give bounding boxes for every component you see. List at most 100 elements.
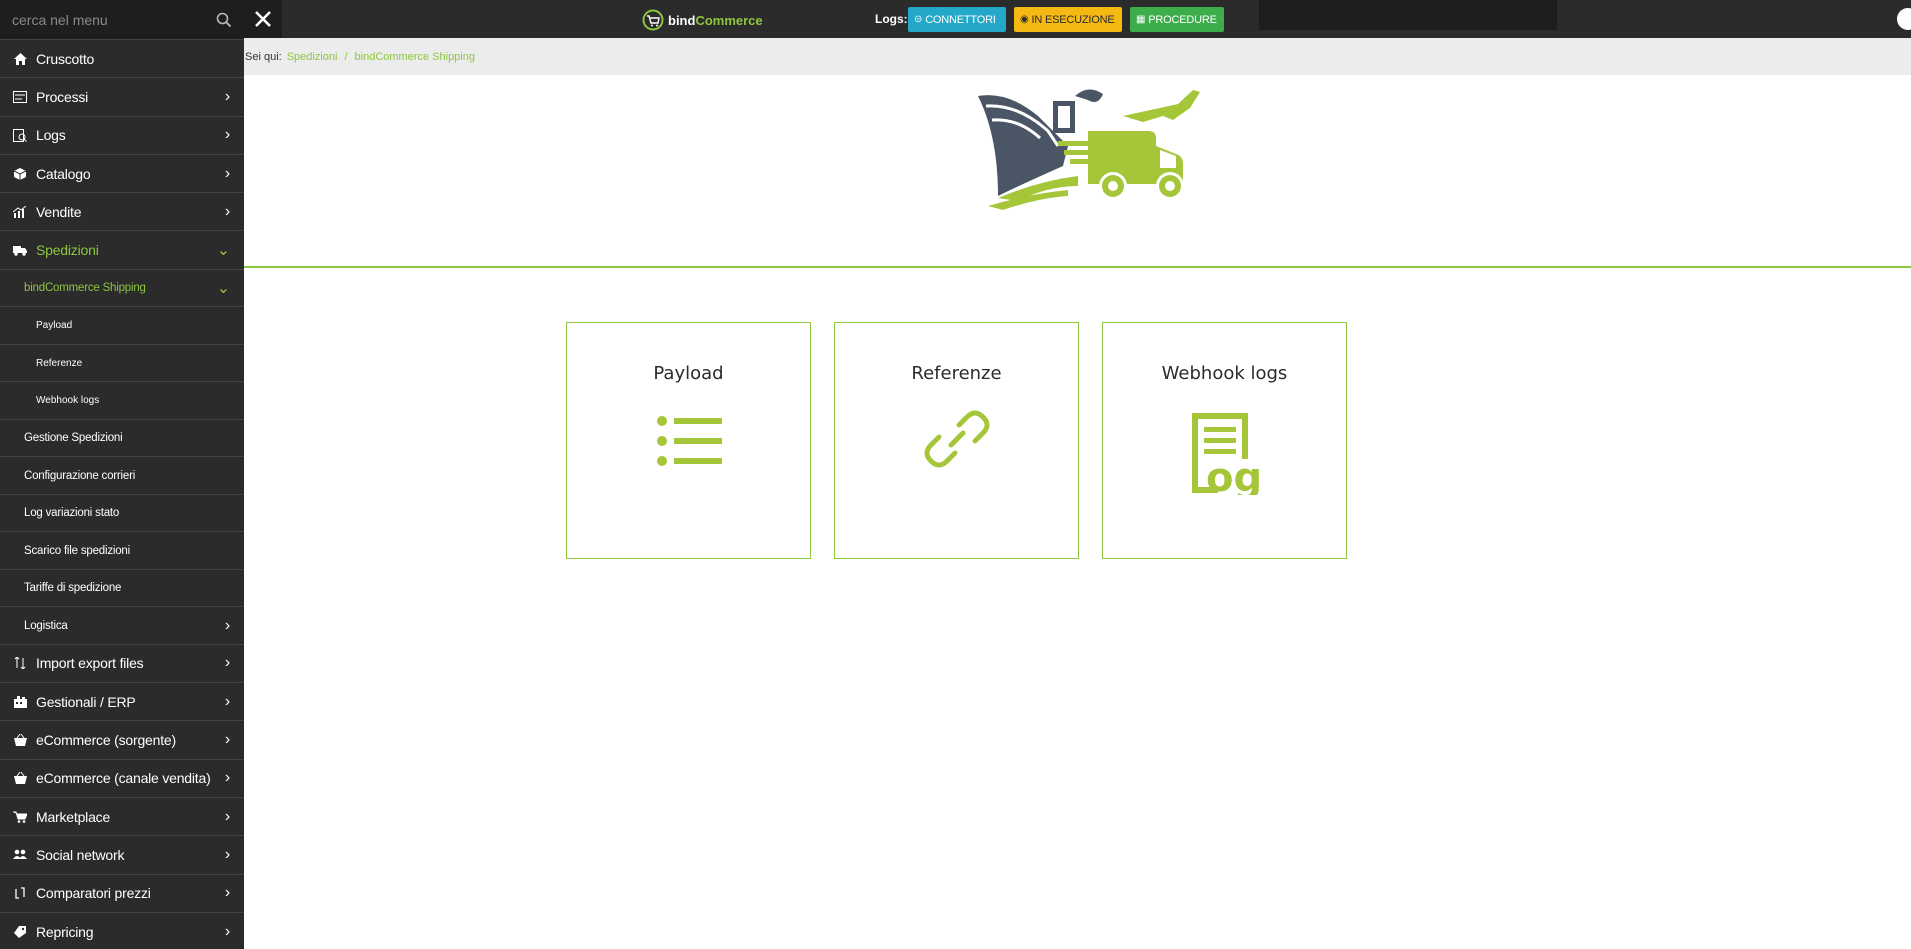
card-title: Webhook logs [1161, 363, 1288, 384]
breadcrumb-separator: / [344, 50, 348, 63]
breadcrumb-label: Sei qui: [245, 50, 282, 63]
sidebar-item-label: Webhook logs [36, 395, 100, 407]
sidebar-item-scarico-file-spedizioni[interactable]: Scarico file spedizioni [0, 532, 244, 570]
sidebar-item-label: Repricing [36, 923, 94, 940]
chevron-right-icon: › [224, 884, 230, 902]
breadcrumb-item-bindcommerce-shipping[interactable]: bindCommerce Shipping [355, 51, 475, 63]
close-icon[interactable] [254, 10, 272, 28]
card-payload[interactable]: Payload [566, 322, 811, 559]
sidebar-item-label: Import export files [36, 655, 144, 672]
sidebar-item-configurazione-corrieri[interactable]: Configurazione corrieri [0, 457, 244, 495]
sidebar-item-label: Cruscotto [36, 50, 95, 67]
connettori-button[interactable]: ⊝ CONNETTORI [908, 7, 1006, 32]
truck-icon [12, 243, 28, 257]
brand-logo[interactable]: bind Commerce [642, 9, 763, 31]
card-webhook-logs[interactable]: Webhook logs og [1102, 322, 1347, 559]
user-area [1259, 0, 1557, 30]
sidebar-item-catalogo[interactable]: Catalogo › [0, 155, 244, 194]
calendar-icon: ▦ [1136, 14, 1146, 25]
breadcrumb-item-spedizioni[interactable]: Spedizioni [287, 51, 338, 63]
sidebar: cerca nel menu Cruscotto Processi › Logs… [0, 0, 244, 949]
shipping-illustration-icon [978, 89, 1200, 210]
link-icon [924, 410, 989, 468]
home-icon [12, 52, 28, 66]
basket-icon [12, 771, 28, 785]
sidebar-item-label: Gestione Spedizioni [24, 432, 123, 445]
list-icon [656, 416, 722, 466]
sidebar-item-ecommerce-canale-vendita[interactable]: eCommerce (canale vendita) › [0, 760, 244, 798]
svg-text:og: og [1206, 455, 1262, 495]
chevron-down-icon: ⌄ [216, 242, 230, 260]
sidebar-item-spedizioni[interactable]: Spedizioni ⌄ [0, 231, 244, 270]
avatar[interactable] [1897, 8, 1911, 30]
breadcrumb: Sei qui: Spedizioni / bindCommerce Shipp… [244, 38, 1911, 75]
sidebar-item-referenze[interactable]: Referenze [0, 345, 244, 383]
hero-banner [244, 75, 1911, 268]
sidebar-item-payload[interactable]: Payload [0, 307, 244, 345]
search-icon[interactable] [204, 0, 244, 40]
basket-icon [12, 733, 28, 747]
sidebar-item-label: eCommerce (sorgente) [36, 732, 176, 749]
sidebar-item-tariffe-di-spedizione[interactable]: Tariffe di spedizione [0, 570, 244, 608]
sidebar-item-label: Logs [36, 127, 66, 144]
logs-label: Logs: [875, 12, 908, 26]
building-icon [12, 695, 28, 709]
bindcommerce-logo-icon [642, 9, 664, 31]
sidebar-nav: Cruscotto Processi › Logs › Catalogo › V… [0, 40, 244, 949]
chevron-right-icon: › [224, 202, 230, 220]
chevron-right-icon: › [224, 922, 230, 940]
sidebar-item-label: Comparatori prezzi [36, 885, 151, 902]
sidebar-item-label: Catalogo [36, 165, 91, 182]
sidebar-item-label: Processi [36, 88, 89, 105]
sidebar-item-log-variazioni-stato[interactable]: Log variazioni stato [0, 495, 244, 533]
sidebar-item-bindcommerce-shipping[interactable]: bindCommerce Shipping ⌄ [0, 270, 244, 308]
sidebar-item-label: bindCommerce Shipping [24, 282, 146, 295]
connettori-label: CONNETTORI [925, 13, 996, 26]
log-icon: og [1191, 413, 1262, 495]
sidebar-item-gestione-spedizioni[interactable]: Gestione Spedizioni [0, 420, 244, 458]
cart-icon [12, 810, 28, 824]
sidebar-item-label: Marketplace [36, 808, 111, 825]
sidebar-item-cruscotto[interactable]: Cruscotto [0, 40, 244, 79]
sidebar-item-label: Logistica [24, 619, 68, 632]
topbar: bind Commerce Logs: ⊝ CONNETTORI ◉ IN ESE… [244, 0, 1911, 38]
sidebar-item-import-export[interactable]: Import export files › [0, 645, 244, 684]
tag-icon [12, 925, 28, 939]
sidebar-item-label: Tariffe di spedizione [24, 582, 122, 595]
sidebar-item-label: Spedizioni [36, 242, 99, 259]
procedure-button[interactable]: ▦ PROCEDURE [1130, 7, 1224, 32]
close-menu-button[interactable] [244, 0, 282, 38]
sidebar-item-label: Gestionali / ERP [36, 693, 136, 710]
sidebar-item-label: Referenze [36, 357, 83, 369]
chevron-down-icon: ⌄ [216, 280, 230, 298]
sidebar-item-logs[interactable]: Logs › [0, 117, 244, 155]
sidebar-item-processi[interactable]: Processi › [0, 78, 244, 117]
sidebar-item-social-network[interactable]: Social network › [0, 836, 244, 875]
card-title: Payload [653, 363, 724, 384]
sidebar-item-gestionali-erp[interactable]: Gestionali / ERP › [0, 683, 244, 722]
chevron-right-icon: › [224, 164, 230, 182]
procedure-label: PROCEDURE [1148, 13, 1217, 26]
menu-search[interactable]: cerca nel menu [0, 0, 244, 40]
sidebar-item-marketplace[interactable]: Marketplace › [0, 798, 244, 837]
sidebar-item-label: Payload [36, 320, 73, 332]
compare-icon [12, 886, 28, 900]
sidebar-item-repricing[interactable]: Repricing › [0, 913, 244, 949]
chevron-right-icon: › [224, 769, 230, 787]
chevron-right-icon: › [224, 126, 230, 144]
sidebar-item-webhook-logs[interactable]: Webhook logs [0, 382, 244, 420]
sort-icon [12, 656, 28, 670]
sidebar-item-vendite[interactable]: Vendite › [0, 193, 244, 232]
brand-bind: bind [668, 12, 696, 28]
sidebar-item-logistica[interactable]: Logistica › [0, 607, 244, 645]
sidebar-item-comparatori-prezzi[interactable]: Comparatori prezzi › [0, 875, 244, 913]
chevron-right-icon: › [224, 845, 230, 863]
in-esecuzione-button[interactable]: ◉ IN ESECUZIONE [1014, 7, 1122, 32]
card-referenze[interactable]: Referenze [834, 322, 1079, 559]
cube-icon [12, 167, 28, 181]
users-icon [12, 848, 28, 862]
search-input[interactable]: cerca nel menu [0, 12, 204, 28]
sidebar-item-label: Log variazioni stato [24, 507, 120, 520]
sidebar-item-ecommerce-sorgente[interactable]: eCommerce (sorgente) › [0, 721, 244, 760]
chevron-right-icon: › [224, 87, 230, 105]
